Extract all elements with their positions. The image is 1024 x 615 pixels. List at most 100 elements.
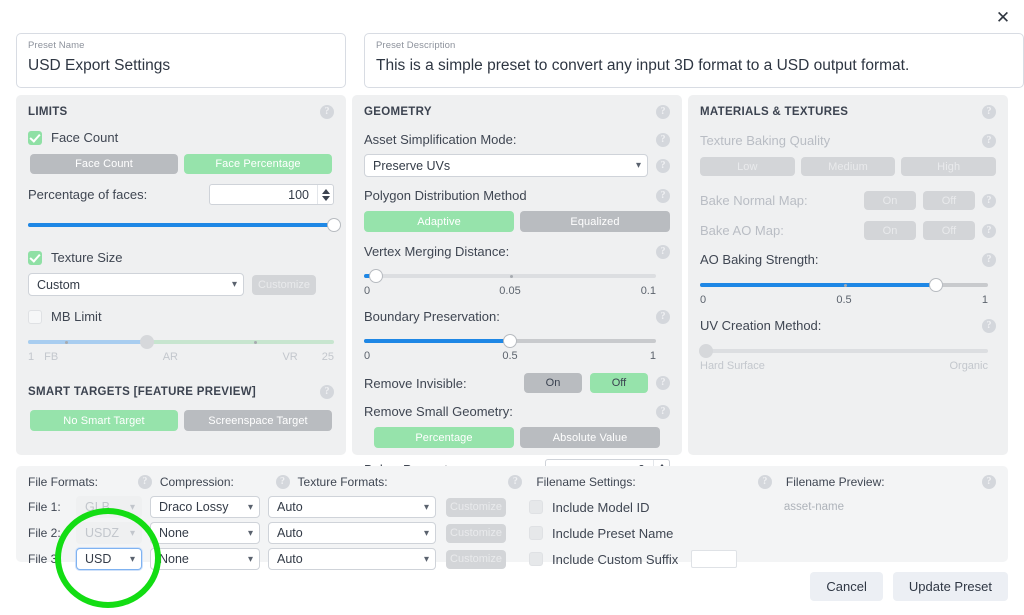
no-smart-target-button[interactable]: No Smart Target	[30, 410, 178, 431]
help-icon-compression[interactable]: ?	[275, 475, 290, 489]
smart-targets-segment[interactable]: No Smart Target Screenspace Target	[28, 410, 334, 431]
help-icon-bake-ao-map[interactable]: ?	[982, 223, 996, 238]
help-icon-boundary-preservation[interactable]: ?	[656, 309, 670, 324]
mb-limit-checkbox[interactable]	[28, 309, 42, 324]
help-icon-texture-baking-quality[interactable]: ?	[982, 133, 996, 148]
texture-customize-button[interactable]: Customize	[252, 274, 316, 295]
bake-ao-map-label: Bake AO Map:	[700, 223, 784, 238]
asset-simplification-dropdown[interactable]: Preserve UVs ▾	[364, 154, 648, 177]
help-icon-materials[interactable]: ?	[982, 105, 996, 119]
boundary-preservation-slider[interactable]	[364, 334, 656, 348]
baking-quality-high-button[interactable]: High	[901, 157, 997, 176]
preset-settings-dialog: ✕ Preset Name USD Export Settings Preset…	[0, 0, 1024, 615]
bake-ao-on-button[interactable]: On	[864, 221, 916, 240]
file-2-texture-dropdown[interactable]: Auto ▾	[268, 522, 436, 544]
vertex-merging-slider[interactable]	[364, 269, 656, 283]
limits-title: LIMITS	[28, 106, 68, 118]
include-custom-suffix-checkbox[interactable]	[529, 552, 543, 566]
help-icon-smart-targets[interactable]: ?	[320, 385, 334, 399]
include-preset-name-row[interactable]: Include Preset Name	[529, 526, 673, 541]
texture-baking-quality-segment[interactable]: Low Medium High	[700, 157, 997, 176]
file-3-texture-dropdown[interactable]: Auto ▾	[268, 548, 436, 570]
file-2-compression-dropdown[interactable]: None ▾	[150, 522, 260, 544]
ao-baking-strength-slider[interactable]	[700, 278, 988, 292]
file-1-format-dropdown[interactable]: GLB ▾	[76, 496, 142, 518]
include-model-id-checkbox[interactable]	[529, 500, 543, 514]
face-mode-segment[interactable]: Face Count Face Percentage	[28, 154, 334, 174]
face-count-mode-button[interactable]: Face Count	[30, 154, 178, 174]
vertex-merging-row: Vertex Merging Distance: ?	[364, 244, 670, 259]
help-icon-geometry[interactable]: ?	[656, 105, 670, 119]
preset-description-label: Preset Description	[376, 40, 456, 51]
close-icon[interactable]: ✕	[990, 4, 1016, 30]
uv-creation-method-label: UV Creation Method:	[700, 318, 822, 333]
bake-ao-map-row: Bake AO Map: On Off ?	[700, 221, 996, 240]
uv-creation-method-row: UV Creation Method: ?	[700, 318, 996, 333]
help-icon-file-formats[interactable]: ?	[137, 475, 152, 489]
equalized-button[interactable]: Equalized	[520, 211, 670, 232]
file-3-compression-dropdown[interactable]: None ▾	[150, 548, 260, 570]
texture-size-dropdown[interactable]: Custom ▾	[28, 273, 244, 296]
remove-small-geometry-segment[interactable]: Percentage Absolute Value	[364, 427, 670, 448]
screenspace-target-button[interactable]: Screenspace Target	[184, 410, 332, 431]
filename-preview-value: asset-name	[783, 501, 844, 513]
remove-invisible-off-button[interactable]: Off	[590, 373, 648, 393]
polygon-distribution-segment[interactable]: Adaptive Equalized	[364, 211, 670, 232]
help-icon-limits[interactable]: ?	[320, 105, 334, 119]
face-count-checkbox[interactable]	[28, 130, 42, 145]
percentage-stepper[interactable]	[317, 185, 333, 204]
baking-quality-medium-button[interactable]: Medium	[800, 157, 896, 176]
preset-name-field[interactable]: Preset Name USD Export Settings	[16, 33, 346, 88]
bake-normal-map-label: Bake Normal Map:	[700, 193, 808, 208]
adaptive-button[interactable]: Adaptive	[364, 211, 514, 232]
include-custom-suffix-row[interactable]: Include Custom Suffix	[529, 550, 738, 568]
asset-simplification-value: Preserve UVs	[373, 158, 451, 173]
uv-creation-method-slider[interactable]	[698, 344, 988, 358]
mb-tick-2: AR	[162, 351, 178, 363]
help-icon-bake-normal-map[interactable]: ?	[982, 193, 996, 208]
mb-limit-checkbox-row[interactable]: MB Limit	[28, 309, 334, 324]
bake-ao-off-button[interactable]: Off	[923, 221, 975, 240]
help-icon-filename-preview[interactable]: ?	[982, 475, 996, 489]
help-icon-remove-small-geometry[interactable]: ?	[656, 404, 670, 419]
file-1-compression-dropdown[interactable]: Draco Lossy ▾	[150, 496, 260, 518]
texture-size-label: Texture Size	[51, 250, 123, 265]
help-icon-asset-simplification[interactable]: ?	[656, 132, 670, 147]
file-2-customize-button[interactable]: Customize	[446, 523, 506, 543]
preset-description-field[interactable]: Preset Description This is a simple pres…	[364, 33, 1024, 88]
include-preset-name-checkbox[interactable]	[529, 526, 543, 540]
include-model-id-row[interactable]: Include Model ID	[529, 500, 650, 515]
help-icon-polygon-distribution[interactable]: ?	[656, 188, 670, 203]
uv-creation-method-ticks: Hard Surface Organic	[700, 360, 988, 372]
remove-invisible-on-button[interactable]: On	[524, 373, 582, 393]
bake-normal-on-button[interactable]: On	[864, 191, 916, 210]
face-count-checkbox-row[interactable]: Face Count	[28, 130, 334, 145]
cancel-button[interactable]: Cancel	[810, 572, 883, 601]
update-preset-button[interactable]: Update Preset	[892, 572, 1008, 601]
help-icon-ao-baking-strength[interactable]: ?	[982, 252, 996, 267]
custom-suffix-input[interactable]	[691, 550, 738, 568]
help-icon-uv-creation-method[interactable]: ?	[982, 318, 996, 333]
file-2-format-dropdown[interactable]: USDZ ▾	[76, 522, 142, 544]
mb-limit-slider[interactable]	[28, 335, 334, 349]
percentage-mode-button[interactable]: Percentage	[374, 427, 514, 448]
bake-normal-off-button[interactable]: Off	[923, 191, 975, 210]
file-1-customize-button[interactable]: Customize	[446, 497, 506, 517]
ao-baking-strength-row: AO Baking Strength: ?	[700, 252, 996, 267]
texture-size-checkbox[interactable]	[28, 250, 42, 265]
baking-quality-low-button[interactable]: Low	[700, 157, 795, 176]
file-3-customize-button[interactable]: Customize	[446, 549, 506, 569]
file-1-texture-dropdown[interactable]: Auto ▾	[268, 496, 436, 518]
help-icon-filename-settings[interactable]: ?	[757, 475, 772, 489]
face-percentage-mode-button[interactable]: Face Percentage	[184, 154, 332, 174]
help-icon-asset-simplification-2[interactable]: ?	[656, 158, 670, 173]
help-icon-vertex-merging[interactable]: ?	[656, 244, 670, 259]
geometry-title: GEOMETRY	[364, 106, 432, 118]
percentage-of-faces-input[interactable]: 100	[209, 184, 334, 205]
texture-size-checkbox-row[interactable]: Texture Size	[28, 250, 334, 265]
help-icon-texture-formats[interactable]: ?	[508, 475, 523, 489]
absolute-value-mode-button[interactable]: Absolute Value	[520, 427, 660, 448]
percentage-slider[interactable]	[28, 218, 341, 232]
help-icon-remove-invisible[interactable]: ?	[656, 376, 670, 390]
file-3-format-dropdown[interactable]: USD ▾	[76, 548, 142, 570]
